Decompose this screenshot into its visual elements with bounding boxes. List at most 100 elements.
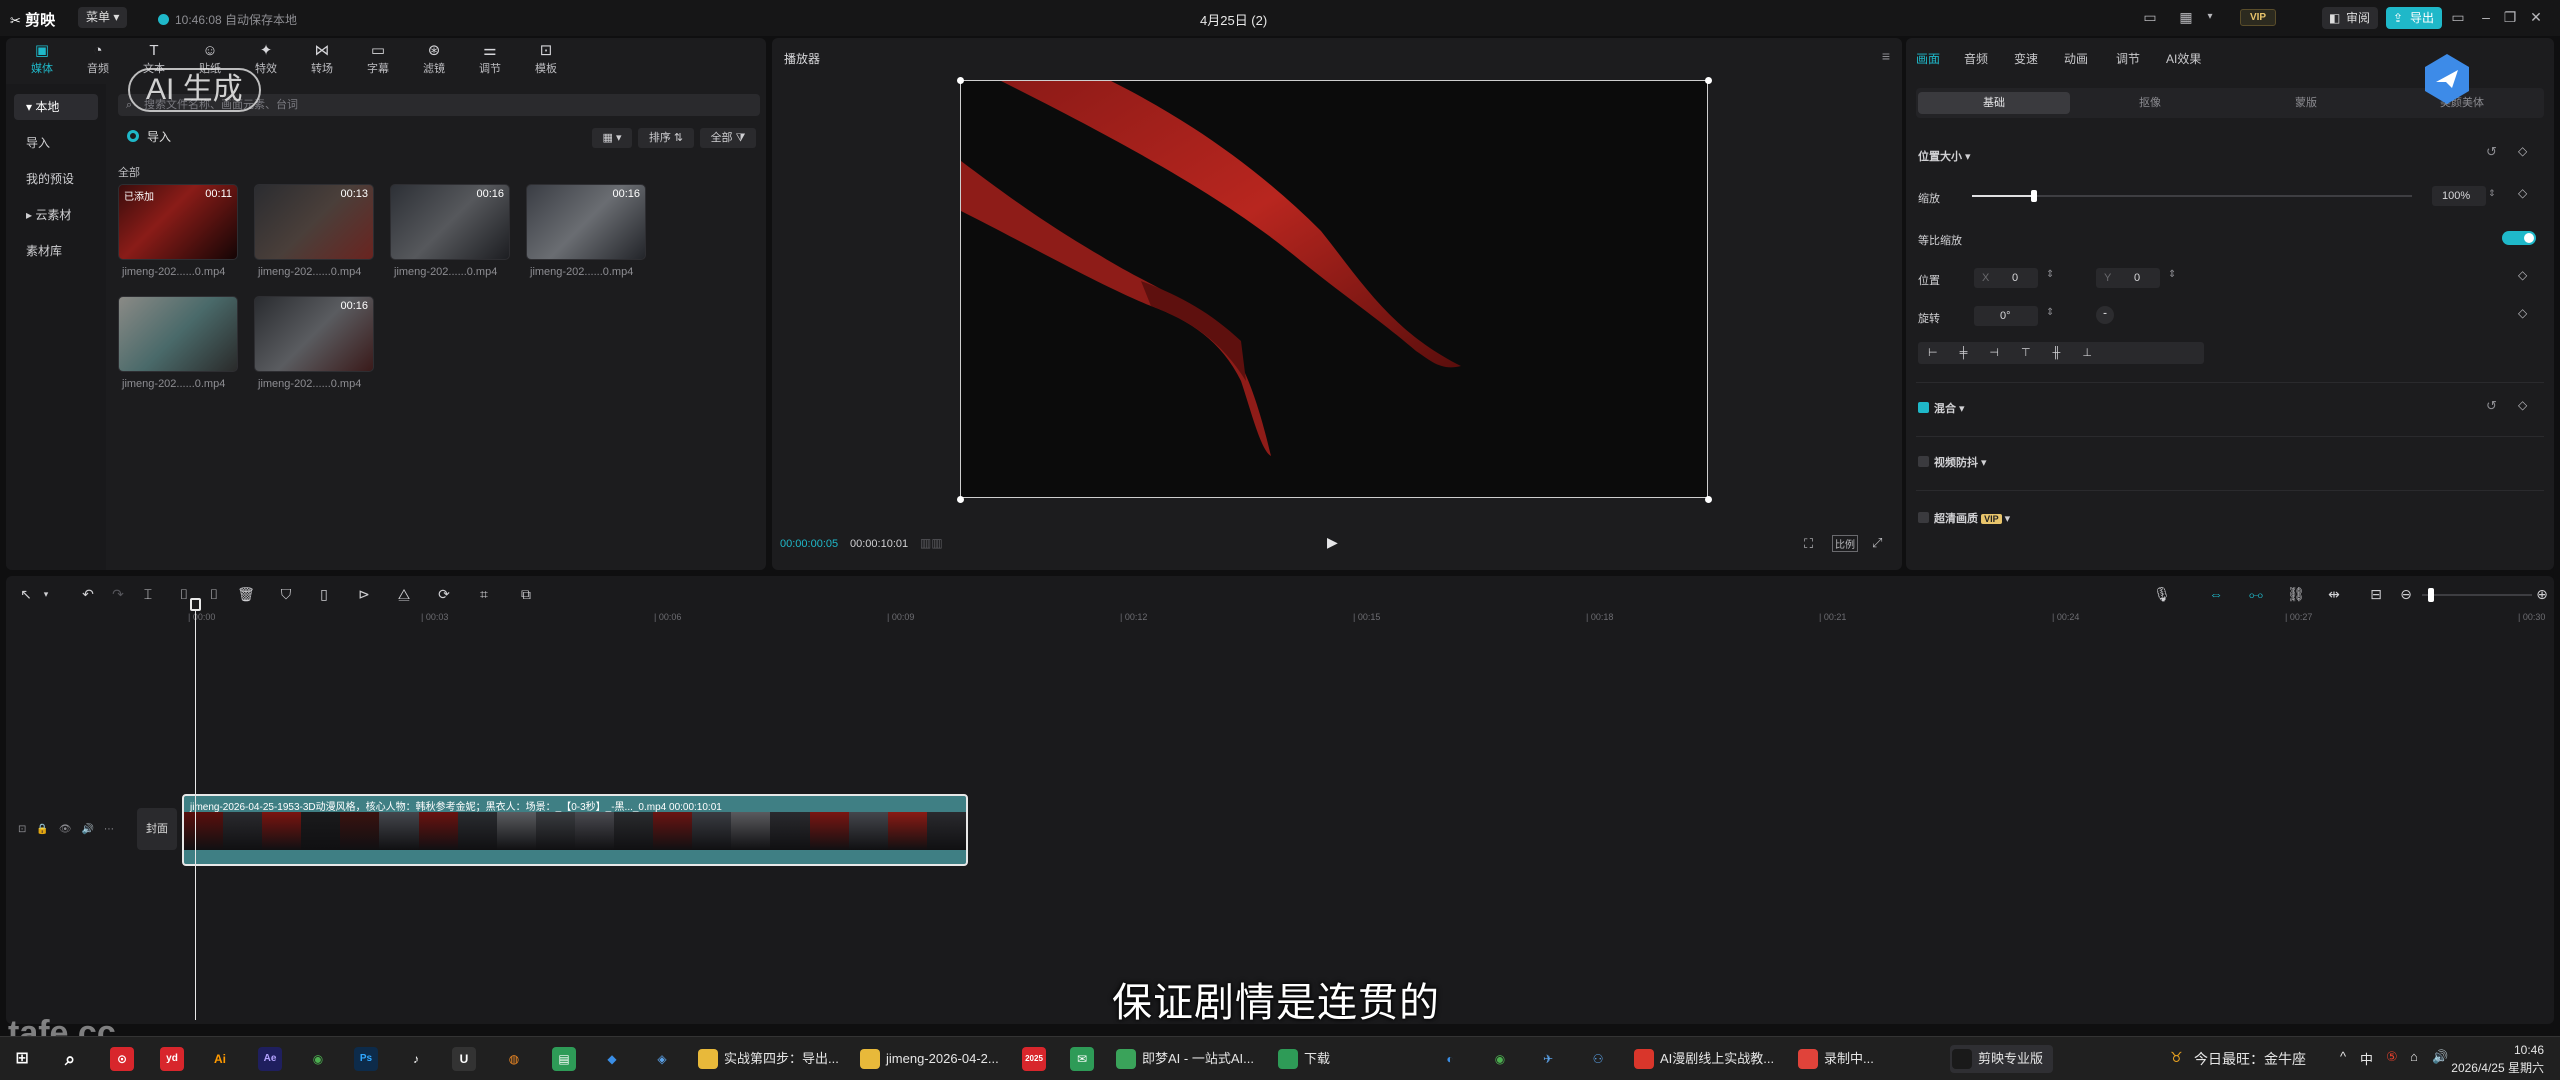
media-clip[interactable]: 已添加 00:11 bbox=[118, 184, 238, 260]
props-segment[interactable]: 蒙版 bbox=[2230, 92, 2382, 114]
align-toolbar[interactable]: ⊢╪⊣⊤╫⊥ bbox=[1918, 342, 2204, 364]
tab-adjust[interactable]: ⚌ 调节 bbox=[464, 42, 516, 78]
ai-app-icon[interactable]: Ai bbox=[208, 1047, 232, 1071]
tab-audio[interactable]: ◔ 音频 bbox=[72, 42, 124, 78]
mirror-icon[interactable]: ⧋ bbox=[394, 584, 414, 604]
taskbar-window[interactable]: jimeng-2026-04-2... bbox=[858, 1045, 999, 1073]
props-tab[interactable]: 动画 bbox=[2064, 50, 2088, 67]
link-icon[interactable]: ⧟ bbox=[2246, 584, 2266, 604]
scale-slider-handle[interactable] bbox=[2031, 190, 2037, 202]
lock-icon[interactable]: 🔒 bbox=[36, 824, 58, 835]
menu-button[interactable]: 菜单 ▾ bbox=[78, 7, 128, 28]
edge-icon[interactable]: ◐ bbox=[1438, 1047, 1462, 1071]
app-icon[interactable]: 2025 bbox=[1022, 1047, 1046, 1071]
app-icon[interactable]: ◆ bbox=[600, 1047, 624, 1071]
position-x-input[interactable]: X0 bbox=[1974, 268, 2038, 288]
sidebar-item-library[interactable]: 素材库 bbox=[14, 238, 98, 264]
chevron-down-icon[interactable]: ▾ bbox=[36, 584, 56, 604]
tab-template[interactable]: ⊡ 模板 bbox=[520, 42, 572, 78]
export-button[interactable]: ⇪ 导出 bbox=[2386, 7, 2443, 29]
after-effects-icon[interactable]: Ae bbox=[258, 1047, 282, 1071]
assistant-icon[interactable] bbox=[2422, 52, 2472, 106]
minimize-icon[interactable]: – bbox=[2476, 8, 2496, 26]
link-main-icon[interactable]: ⇔ bbox=[2206, 584, 2226, 604]
app-icon[interactable]: ⚇ bbox=[1586, 1047, 1610, 1071]
zoom-slider-handle[interactable] bbox=[2428, 588, 2434, 602]
ime-indicator[interactable]: 中 bbox=[2360, 1049, 2373, 1068]
stabilize-checkbox[interactable] bbox=[1918, 456, 1929, 467]
sort-button[interactable]: 排序 ⇅ bbox=[638, 128, 694, 148]
stepper-icon[interactable]: ⇕ bbox=[2168, 269, 2176, 280]
split-right-icon[interactable]: ⌷ bbox=[204, 584, 224, 604]
tab-caption[interactable]: ▭ 字幕 bbox=[352, 42, 404, 78]
filter-button[interactable]: 全部 ⧩ bbox=[700, 128, 756, 148]
rotate-icon[interactable]: ⟳ bbox=[434, 584, 454, 604]
time-ruler[interactable]: | 00:00 | 00:03 | 00:06 | 00:09 | 00:12 | 00:… bbox=[118, 610, 2554, 628]
zoom-in-icon[interactable]: ⊕ bbox=[2532, 584, 2552, 604]
scale-value[interactable]: 100% bbox=[2432, 186, 2486, 206]
media-clip[interactable] bbox=[118, 296, 238, 372]
preview-icon[interactable]: ⊟ bbox=[2366, 584, 2386, 604]
search-icon[interactable]: ⌕ bbox=[58, 1047, 82, 1071]
app-tray-icon[interactable]: ⑤ bbox=[2386, 1049, 2398, 1065]
media-clip[interactable]: 00:16 bbox=[526, 184, 646, 260]
playhead[interactable] bbox=[195, 600, 196, 1020]
sidebar-item-cloud[interactable]: ▸ 云素材 bbox=[14, 202, 98, 228]
microphone-icon[interactable]: 🎙 bbox=[2152, 584, 2172, 604]
tab-transition[interactable]: ⋈ 转场 bbox=[296, 42, 348, 78]
crop-rect-icon[interactable]: ⧉ bbox=[516, 584, 536, 604]
sidebar-item-import[interactable]: 导入 bbox=[14, 130, 98, 156]
cover-button[interactable]: 封面 bbox=[137, 808, 177, 850]
stepper-icon[interactable]: ⇕ bbox=[2488, 188, 2496, 199]
keyframe-icon[interactable]: ◇ bbox=[2518, 268, 2527, 282]
chevron-down-icon[interactable]: ▾ bbox=[2200, 8, 2220, 26]
waveform-icon[interactable]: ▥▥ bbox=[920, 536, 943, 550]
section-position[interactable]: 位置大小 ▾ bbox=[1918, 148, 1971, 164]
close-icon[interactable]: ✕ bbox=[2526, 8, 2546, 26]
resize-handle[interactable] bbox=[957, 496, 964, 503]
windows-start-icon[interactable]: ⊞ bbox=[10, 1047, 34, 1071]
redo-icon[interactable]: ↷ bbox=[108, 584, 128, 604]
crop-icon[interactable]: ⌗ bbox=[474, 584, 494, 604]
reset-icon[interactable]: ↺ bbox=[2486, 398, 2497, 414]
blender-icon[interactable]: ◍ bbox=[502, 1047, 526, 1071]
enhance-label[interactable]: 超清画质 VIP ▾ bbox=[1934, 510, 2010, 526]
volume-icon[interactable]: 🔊 bbox=[2432, 1049, 2448, 1065]
fit-screen-icon[interactable]: ⛶ bbox=[1804, 536, 1813, 552]
sidebar-item-presets[interactable]: 我的预设 bbox=[14, 166, 98, 192]
tray-chevron-icon[interactable]: ^ bbox=[2340, 1049, 2346, 1064]
clock[interactable]: 10:46 2026/4/25 星期六 bbox=[2451, 1041, 2544, 1077]
unreal-icon[interactable]: U bbox=[452, 1047, 476, 1071]
browser-icon[interactable]: ⊙ bbox=[110, 1047, 134, 1071]
keyframe-icon[interactable]: ◇ bbox=[2518, 144, 2527, 158]
keyframe-icon[interactable]: ◇ bbox=[2518, 398, 2527, 412]
enhance-checkbox[interactable] bbox=[1918, 512, 1929, 523]
fullscreen-icon[interactable]: ⤢ bbox=[1872, 535, 1882, 551]
props-segment[interactable]: 抠像 bbox=[2074, 92, 2226, 114]
props-tab[interactable]: 画面 bbox=[1916, 50, 1940, 67]
zoom-out-icon[interactable]: ⊖ bbox=[2396, 584, 2416, 604]
import-label[interactable]: 导入 bbox=[147, 128, 171, 145]
stepper-icon[interactable]: ⇕ bbox=[2046, 269, 2054, 280]
taskbar-window[interactable]: 剪映专业版 bbox=[1950, 1045, 2054, 1073]
props-tab[interactable]: 音频 bbox=[1964, 50, 1988, 67]
youdao-icon[interactable]: yd bbox=[160, 1047, 184, 1071]
sidebar-item-local[interactable]: ▾ 本地 bbox=[14, 94, 98, 120]
ratio-button[interactable]: 比例 bbox=[1832, 535, 1858, 552]
rotate-dial[interactable]: ⁃ bbox=[2096, 306, 2114, 324]
more-icon[interactable]: ⋯ bbox=[104, 824, 124, 835]
media-clip[interactable]: 00:13 bbox=[254, 184, 374, 260]
app-icon[interactable]: ◈ bbox=[650, 1047, 674, 1071]
rotate-input[interactable]: 0° bbox=[1974, 306, 2038, 326]
freeze-icon[interactable]: ▯ bbox=[314, 584, 334, 604]
track-lock-icon[interactable]: ⊡ bbox=[18, 824, 36, 835]
import-radio[interactable] bbox=[127, 130, 139, 142]
stabilize-label[interactable]: 视频防抖 ▾ bbox=[1934, 454, 1987, 470]
media-clip[interactable]: 00:16 bbox=[390, 184, 510, 260]
resize-handle[interactable] bbox=[1705, 77, 1712, 84]
uniform-scale-toggle[interactable] bbox=[2502, 231, 2536, 245]
play-button[interactable]: ▶ bbox=[1327, 534, 1338, 551]
chrome-icon[interactable]: ◉ bbox=[1488, 1047, 1512, 1071]
resize-handle[interactable] bbox=[1705, 496, 1712, 503]
taskbar-window[interactable]: 录制中... bbox=[1796, 1045, 1874, 1073]
